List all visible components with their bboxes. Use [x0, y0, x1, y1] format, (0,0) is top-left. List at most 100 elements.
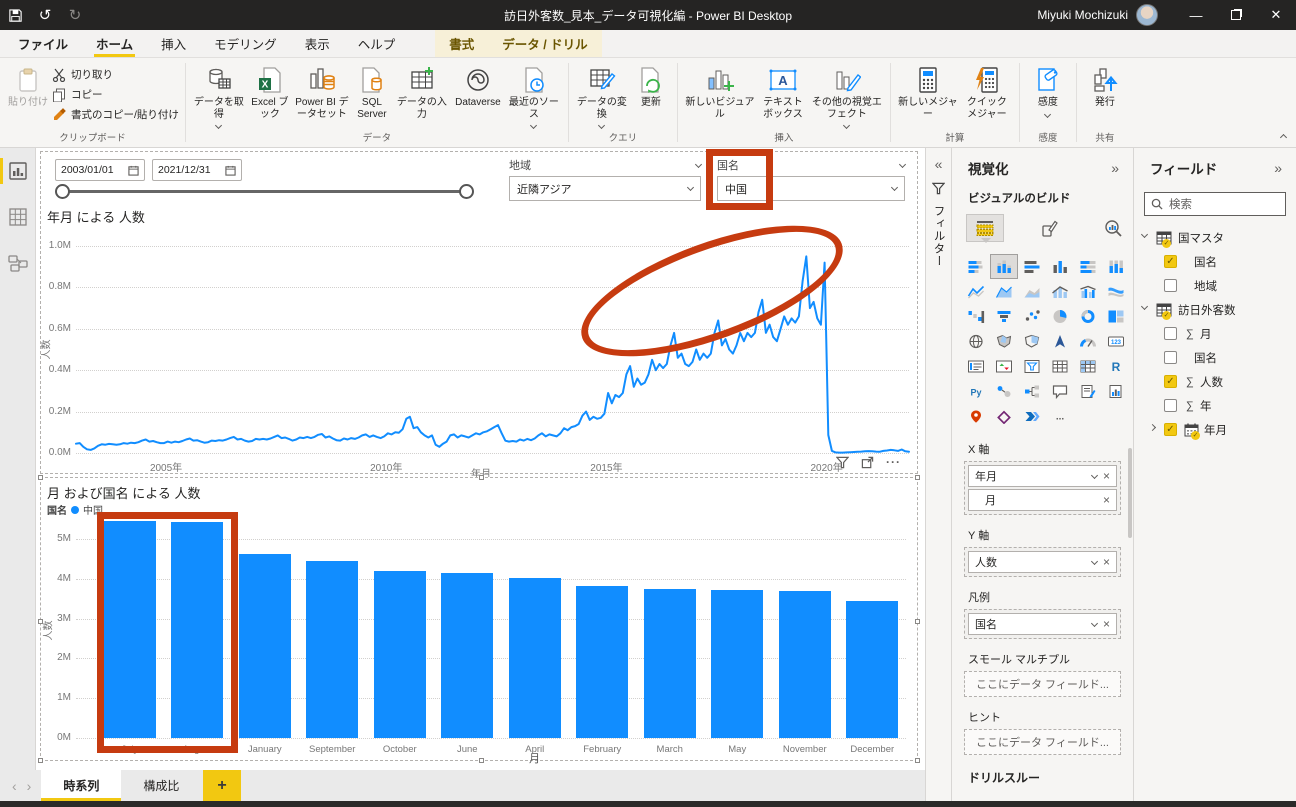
field-node-年[interactable]: ∑ 年: [1134, 394, 1296, 418]
remove-field-icon[interactable]: ×: [1103, 617, 1110, 631]
chevron-down-icon[interactable]: [1090, 557, 1099, 565]
sql-server-button[interactable]: SQL Server: [352, 63, 392, 120]
clustered-column-chart-icon[interactable]: [1046, 254, 1074, 279]
date-slicer-end[interactable]: 2021/12/31: [152, 159, 242, 181]
model-view-icon[interactable]: [0, 246, 36, 280]
field-checkbox[interactable]: [1164, 279, 1177, 292]
collapse-pane-icon[interactable]: »: [1111, 160, 1119, 176]
field-checkbox[interactable]: ✓: [1164, 375, 1177, 388]
recent-sources-button[interactable]: 最近のソース: [506, 63, 562, 130]
bar-december[interactable]: [846, 600, 899, 738]
stacked-column-chart-icon[interactable]: [990, 254, 1018, 279]
bar-chart-visual[interactable]: 月 および国名 による 人数 国名 中国 人数 月 0M 1M 2M 3M 4M 5M Ju…: [38, 475, 920, 765]
python-visual-icon[interactable]: Py: [962, 379, 990, 404]
more-visuals-ellipsis-icon[interactable]: ...: [1046, 404, 1074, 429]
get-data-button[interactable]: データを取得: [192, 63, 246, 130]
bar-january[interactable]: [238, 554, 291, 738]
well-placeholder[interactable]: ここにデータ フィールド...: [964, 671, 1121, 697]
field-checkbox[interactable]: ✓: [1164, 423, 1177, 436]
copy-button[interactable]: コピー: [52, 86, 179, 103]
field-node-国名[interactable]: 国名: [1134, 346, 1296, 370]
gauge-icon[interactable]: [1074, 329, 1102, 354]
menu-tab-3[interactable]: モデリング: [200, 30, 291, 57]
line-chart-icon[interactable]: [962, 279, 990, 304]
minimize-button[interactable]: —: [1176, 0, 1216, 30]
bar-february[interactable]: [576, 585, 629, 738]
bar-october[interactable]: [373, 570, 426, 738]
kpi-icon[interactable]: [990, 354, 1018, 379]
more-visuals-button[interactable]: その他の視覚エフェクト: [810, 63, 884, 130]
chevron-down-icon[interactable]: [1090, 471, 1099, 479]
close-button[interactable]: ✕: [1256, 0, 1296, 30]
100-stacked-bar-chart-icon[interactable]: [1074, 254, 1102, 279]
metrics-icon[interactable]: [1102, 379, 1130, 404]
stacked-area-chart-icon[interactable]: [1018, 279, 1046, 304]
table-icon[interactable]: [1046, 354, 1074, 379]
well-placeholder[interactable]: ここにデータ フィールド...: [964, 729, 1121, 755]
field-pill[interactable]: 年月 ×: [968, 465, 1117, 487]
field-checkbox[interactable]: [1164, 399, 1177, 412]
collapse-ribbon-icon[interactable]: [1279, 129, 1288, 143]
bar-july[interactable]: [103, 521, 156, 738]
field-checkbox[interactable]: ✓: [1164, 255, 1177, 268]
expand-chevron-icon[interactable]: [1148, 423, 1157, 432]
analytics-tab[interactable]: [1094, 214, 1132, 242]
bar-march[interactable]: [643, 588, 696, 738]
field-node-年月[interactable]: ✓ ✓ 年月: [1134, 418, 1296, 442]
bar-august[interactable]: [171, 521, 224, 738]
enter-data-button[interactable]: データの入力: [394, 63, 450, 120]
map-icon[interactable]: [962, 329, 990, 354]
restore-button[interactable]: [1216, 0, 1256, 30]
chevron-down-icon[interactable]: [1090, 619, 1099, 627]
excel-workbook-button[interactable]: X Excel ブック: [248, 63, 292, 120]
publish-button[interactable]: 発行: [1083, 63, 1127, 109]
bar-april[interactable]: [508, 578, 561, 738]
slicer-icon[interactable]: [1018, 354, 1046, 379]
line-stacked-column-chart-icon[interactable]: [1046, 279, 1074, 304]
filters-pane-collapsed[interactable]: « フィルター: [925, 148, 952, 801]
line-chart-visual[interactable]: 2003/01/01 2021/12/31 地域 近隣アジア 国名 中国 年月 …: [40, 151, 918, 480]
menu-tab-5[interactable]: ヘルプ: [344, 30, 410, 57]
save-icon[interactable]: [0, 0, 30, 30]
menu-tab-0[interactable]: ファイル: [4, 30, 82, 57]
sensitivity-button[interactable]: 感度: [1026, 63, 1070, 118]
date-range-handle-end[interactable]: [459, 184, 474, 199]
avatar[interactable]: [1136, 4, 1158, 26]
date-range-handle-start[interactable]: [55, 184, 70, 199]
remove-field-icon[interactable]: ×: [1103, 469, 1110, 483]
cut-button[interactable]: 切り取り: [52, 66, 179, 83]
date-slicer-start[interactable]: 2003/01/01: [55, 159, 145, 181]
clustered-bar-chart-icon[interactable]: [1018, 254, 1046, 279]
multi-row-card-icon[interactable]: [962, 354, 990, 379]
format-visual-tab[interactable]: [1030, 214, 1068, 242]
table-node-国マスタ[interactable]: ✓ 国マスタ: [1134, 226, 1296, 250]
report-view-icon[interactable]: [0, 154, 36, 188]
prev-page-icon[interactable]: ‹: [12, 778, 17, 794]
shape-map-icon[interactable]: [1018, 329, 1046, 354]
page-tab-0[interactable]: 時系列: [41, 770, 122, 801]
scatter-chart-icon[interactable]: [1018, 304, 1046, 329]
text-box-button[interactable]: A テキスト ボックス: [758, 63, 808, 120]
collapse-pane-icon[interactable]: »: [1274, 160, 1282, 176]
format-painter-button[interactable]: 書式のコピー/貼り付け: [52, 106, 179, 123]
bar-september[interactable]: [306, 560, 359, 738]
menu-tab-4[interactable]: 表示: [291, 30, 344, 57]
menu-tab-2[interactable]: 挿入: [147, 30, 200, 57]
menu-tab-7[interactable]: データ / ドリル: [488, 30, 602, 57]
fields-search-input[interactable]: 検索: [1144, 192, 1286, 216]
focus-mode-icon[interactable]: [861, 456, 874, 469]
key-influencers-icon[interactable]: [990, 379, 1018, 404]
date-range-track[interactable]: [63, 190, 467, 193]
field-pill[interactable]: 人数 ×: [968, 551, 1117, 573]
matrix-icon[interactable]: [1074, 354, 1102, 379]
arcgis-map-icon[interactable]: [962, 404, 990, 429]
dataverse-button[interactable]: Dataverse: [452, 63, 504, 109]
power-automate-icon[interactable]: [1018, 404, 1046, 429]
field-node-月[interactable]: ∑ 月: [1134, 322, 1296, 346]
refresh-button[interactable]: 更新: [631, 63, 671, 109]
menu-tab-1[interactable]: ホーム: [82, 30, 147, 57]
next-page-icon[interactable]: ›: [27, 778, 32, 794]
field-node-人数[interactable]: ✓ ∑ 人数: [1134, 370, 1296, 394]
build-visual-tab[interactable]: [966, 214, 1004, 243]
filled-map-icon[interactable]: [990, 329, 1018, 354]
